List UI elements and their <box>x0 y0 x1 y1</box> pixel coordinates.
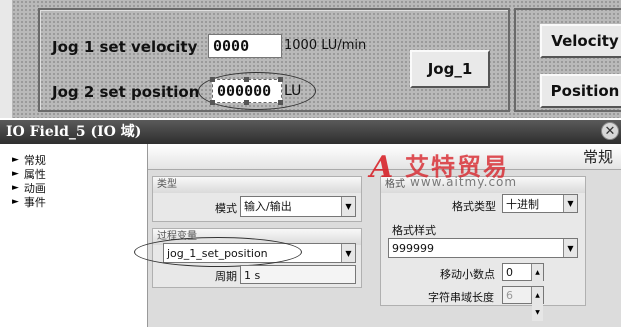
triangle-right-icon: ► <box>12 155 19 165</box>
jog1-velocity-field[interactable]: 0000 <box>208 34 282 58</box>
format-pattern-label: 格式样式 <box>392 224 436 237</box>
highlight-ellipse <box>134 237 302 267</box>
triangle-right-icon: ► <box>12 197 19 207</box>
chevron-down-icon[interactable]: ▼ <box>341 244 355 262</box>
mode-label: 模式 <box>215 202 237 215</box>
chevron-down-icon[interactable]: ▼ <box>341 197 355 216</box>
triangle-right-icon: ► <box>12 183 19 193</box>
mode-value: 输入/输出 <box>244 200 292 213</box>
field-length-value: 6 <box>506 289 513 302</box>
dialog-titlebar: IO Field_5 (IO 域) <box>0 120 621 144</box>
selection-handle[interactable] <box>244 100 249 105</box>
selection-handle[interactable] <box>210 100 215 105</box>
format-type-value: 十进制 <box>506 198 539 211</box>
format-pattern-select[interactable]: 999999 ▼ <box>388 238 578 258</box>
nav-item-events[interactable]: ► 事件 <box>12 194 46 210</box>
format-type-label: 格式类型 <box>452 200 496 213</box>
selection-handle[interactable] <box>278 100 283 105</box>
jog1-velocity-label: Jog 1 set velocity <box>52 38 198 56</box>
nav-item-label: 事件 <box>23 196 46 209</box>
close-icon[interactable]: ✕ <box>601 122 619 140</box>
spin-up-icon[interactable]: ▲ <box>532 287 543 304</box>
spin-up-icon[interactable]: ▲ <box>532 264 543 281</box>
jog2-position-unit: LU <box>284 83 302 99</box>
chevron-down-icon[interactable]: ▼ <box>563 195 577 212</box>
velocity-button[interactable]: Velocity <box>540 24 621 58</box>
decimal-shift-label: 移动小数点 <box>440 268 495 281</box>
jog1-velocity-unit: 1000 LU/min <box>284 38 367 53</box>
cycle-field[interactable]: 1 s <box>240 265 356 284</box>
position-button[interactable]: Position <box>540 74 621 108</box>
section-title: 常规 <box>582 148 613 166</box>
decimal-shift-stepper[interactable]: 0 ▲▼ <box>502 263 544 298</box>
field-length-stepper[interactable]: 6 ▲ ▼ <box>502 286 544 321</box>
type-group-title: 类型 <box>153 177 361 193</box>
decimal-shift-value: 0 <box>506 266 513 279</box>
format-pattern-value: 999999 <box>392 242 434 255</box>
selection-handle[interactable] <box>210 77 215 82</box>
selection-handle[interactable] <box>278 77 283 82</box>
properties-nav: ► 常规 ► 属性 ► 动画 ► 事件 <box>0 144 148 327</box>
watermark-logo: A <box>370 150 394 185</box>
watermark-url: www.aitmy.com <box>410 175 518 189</box>
jog1-button[interactable]: Jog_1 <box>410 50 490 88</box>
triangle-right-icon: ► <box>12 169 19 179</box>
spin-down-icon[interactable]: ▼ <box>532 304 543 321</box>
field-length-label: 字符串域长度 <box>428 291 494 304</box>
mode-select[interactable]: 输入/输出 ▼ <box>240 196 356 217</box>
cycle-label: 周期 <box>215 270 237 283</box>
cycle-value: 1 s <box>244 269 261 282</box>
chevron-down-icon[interactable]: ▼ <box>563 239 577 257</box>
selection-handle[interactable] <box>244 77 249 82</box>
format-type-select[interactable]: 十进制 ▼ <box>502 194 578 213</box>
jog2-position-label: Jog 2 set position <box>52 83 200 101</box>
canvas-edge <box>0 0 12 118</box>
